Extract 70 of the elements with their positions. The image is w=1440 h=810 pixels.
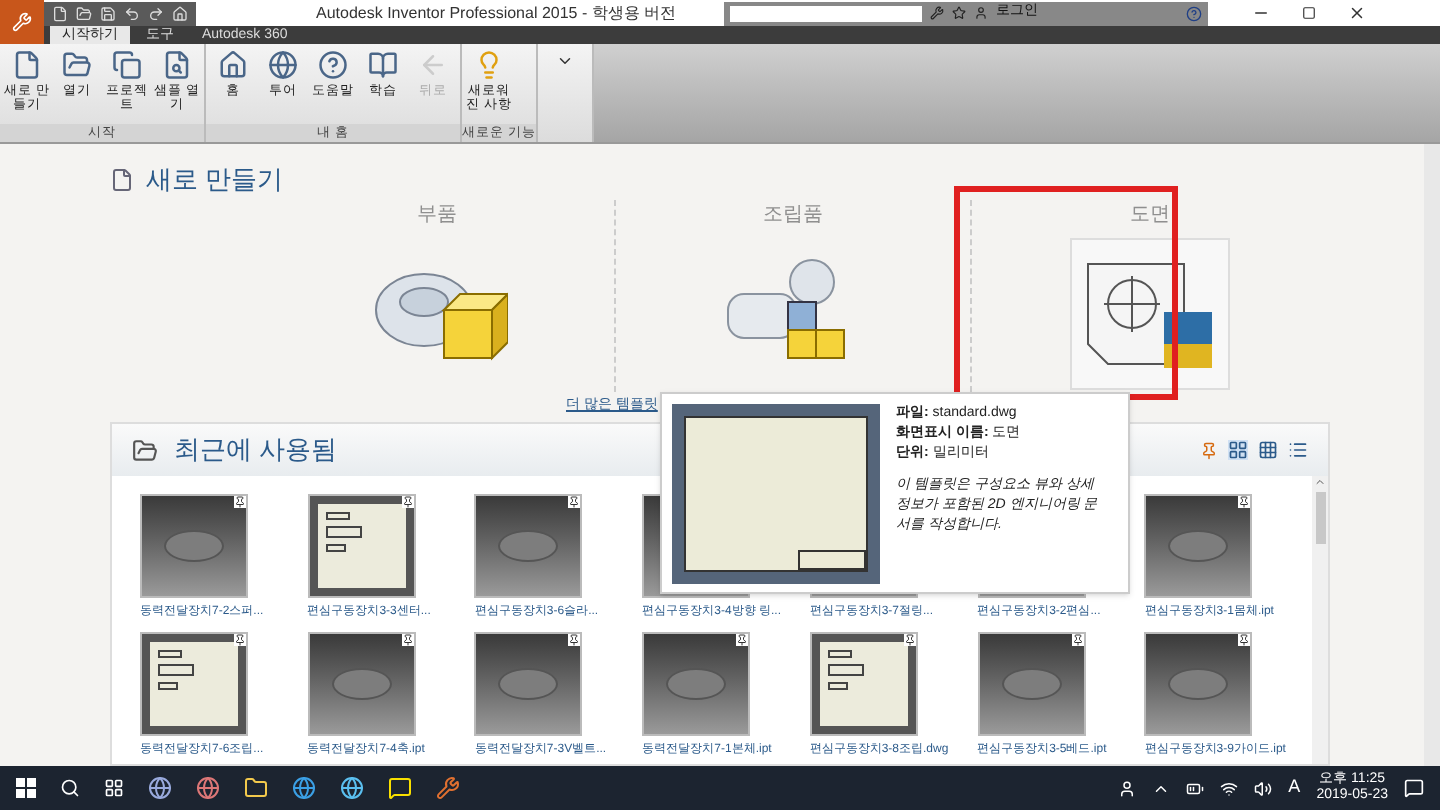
template-button[interactable]: [1070, 237, 1230, 389]
folder-icon: [132, 437, 158, 463]
help-icon[interactable]: [1186, 5, 1203, 21]
section-title: 최근에 사용됨: [174, 432, 338, 469]
copy-icon: [112, 50, 142, 80]
globe-icon: [268, 50, 298, 80]
notifications-icon[interactable]: [1404, 778, 1424, 798]
part-thumbnail[interactable]: [1144, 631, 1253, 735]
task-view-icon[interactable]: [104, 778, 124, 798]
app-logo[interactable]: [0, 0, 44, 44]
scrollbar-thumb[interactable]: [1315, 492, 1325, 544]
pin-icon[interactable]: [568, 496, 581, 508]
wrench-icon: [12, 12, 32, 32]
home-icon[interactable]: [172, 5, 188, 21]
template-label: 조립품: [763, 201, 823, 229]
maximize-icon[interactable]: [1302, 6, 1317, 20]
close-icon[interactable]: [1348, 4, 1367, 22]
ime-indicator[interactable]: A: [1288, 774, 1301, 802]
small-icons-view-icon[interactable]: [1258, 440, 1278, 460]
wrench-icon[interactable]: [930, 6, 945, 20]
wifi-icon[interactable]: [1220, 779, 1239, 797]
globe-icon[interactable]: [148, 776, 172, 800]
drawing-thumbnail[interactable]: [140, 631, 248, 735]
document-icon: [110, 167, 134, 192]
save-icon[interactable]: [100, 5, 116, 21]
part-thumbnail[interactable]: [977, 631, 1086, 735]
windows-start-icon[interactable]: [16, 778, 36, 798]
drawing-thumbnail[interactable]: [809, 631, 918, 735]
browser-icon[interactable]: [292, 776, 316, 800]
people-icon[interactable]: [1118, 779, 1137, 797]
document-icon: [12, 50, 42, 80]
folder-icon[interactable]: [76, 5, 92, 21]
book-icon: [368, 50, 398, 80]
part-thumbnail[interactable]: [1144, 494, 1253, 598]
folder-icon[interactable]: [244, 776, 268, 800]
lightbulb-icon: [474, 50, 504, 80]
list-view-icon[interactable]: [1288, 440, 1308, 460]
scrollbar[interactable]: [1312, 476, 1328, 764]
user-icon[interactable]: [974, 6, 989, 20]
star-icon[interactable]: [952, 6, 967, 20]
part-thumbnail[interactable]: [474, 631, 583, 735]
template-label: 부품: [417, 201, 457, 229]
document-icon[interactable]: [52, 5, 68, 21]
part-thumbnail[interactable]: [140, 494, 248, 598]
globe-icon[interactable]: [196, 776, 220, 800]
search-icon[interactable]: [60, 778, 80, 798]
pin-icon[interactable]: [1238, 496, 1251, 508]
home-icon: [218, 50, 248, 80]
part-thumbnail[interactable]: [307, 631, 416, 735]
redo-icon[interactable]: [148, 5, 164, 21]
dropdown-icon[interactable]: [555, 52, 574, 70]
window-scrollbar[interactable]: [1424, 144, 1440, 766]
help-icon: [318, 50, 348, 80]
undo-icon[interactable]: [124, 5, 140, 21]
part-thumbnail[interactable]: [474, 494, 583, 598]
pin-icon[interactable]: [234, 496, 246, 508]
wrench-icon[interactable]: [436, 776, 460, 800]
browser-icon[interactable]: [340, 776, 364, 800]
template-label: 도면: [1130, 201, 1170, 229]
section-title: 새로 만들기: [146, 162, 284, 198]
part-thumbnail[interactable]: [642, 631, 751, 735]
drawing-thumbnail[interactable]: [307, 494, 416, 598]
folder-icon: [62, 50, 92, 80]
search-field[interactable]: [730, 5, 923, 21]
battery-icon[interactable]: [1186, 779, 1205, 797]
chat-icon[interactable]: [388, 776, 412, 800]
speaker-icon[interactable]: [1254, 779, 1273, 797]
file-search-icon: [162, 50, 192, 80]
large-icons-view-icon[interactable]: [1228, 440, 1248, 460]
window-title: Autodesk Inventor Professional 2015 - 학생용 버전: [316, 1, 677, 25]
